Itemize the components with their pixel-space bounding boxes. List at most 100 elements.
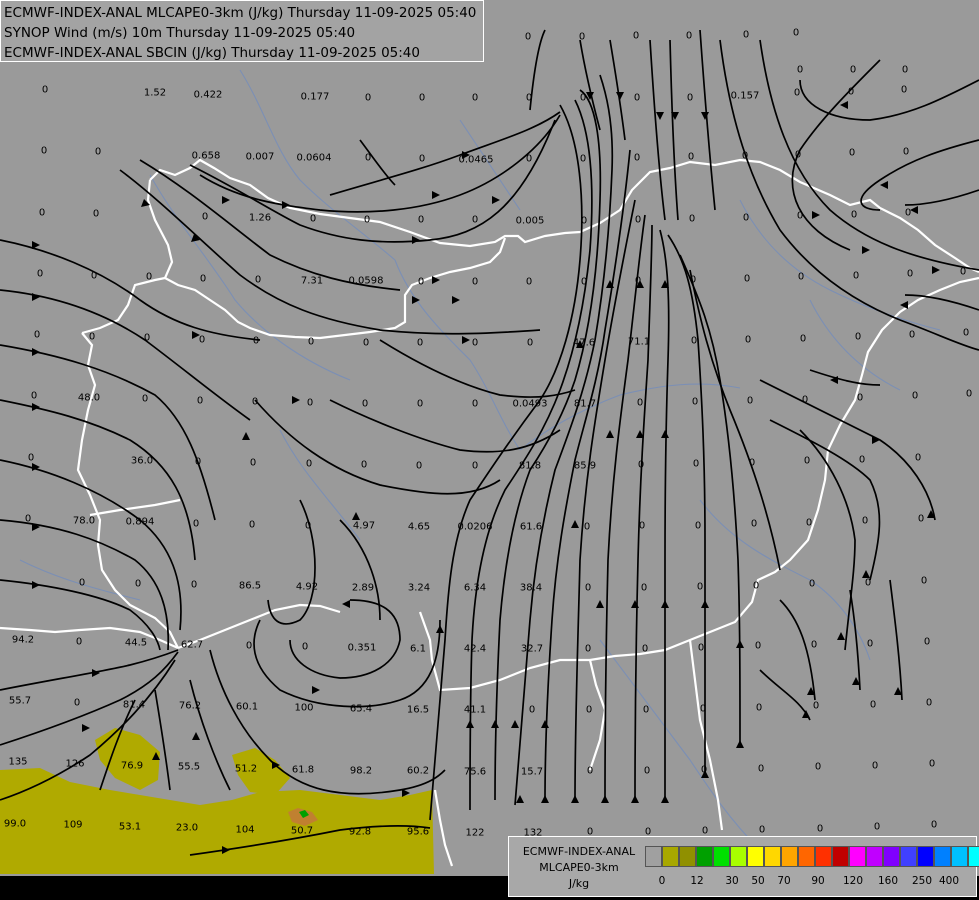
cape-value: 4.97	[352, 520, 376, 532]
cape-value: 0	[642, 704, 650, 716]
cape-value: 0	[364, 92, 372, 104]
cape-value: 0	[416, 337, 424, 349]
cape-value: 0	[902, 146, 910, 158]
cape-value: 47.6	[572, 337, 596, 349]
cape-value: 0	[696, 581, 704, 593]
cape-value: 0	[580, 215, 588, 227]
cape-value: 0	[869, 699, 877, 711]
cape-value: 55.5	[177, 761, 201, 773]
cape-value: 0.0493	[512, 398, 548, 410]
cape-value: 0	[848, 147, 856, 159]
cape-value: 0	[304, 520, 312, 532]
cape-value: 0	[471, 337, 479, 349]
cape-value: 0.177	[300, 91, 330, 103]
cape-value: 42.4	[463, 643, 487, 655]
legend-tick-label: 400	[938, 875, 960, 887]
cape-value: 15.7	[520, 766, 544, 778]
legend-tick-label: 50	[751, 875, 765, 887]
cape-value: 0	[689, 274, 697, 286]
cape-value: 0	[633, 92, 641, 104]
cape-value: 0	[583, 521, 591, 533]
cape-value: 0	[27, 452, 35, 464]
cape-value: 0	[847, 86, 855, 98]
cape-value: 0	[632, 30, 640, 42]
cape-value: 76.9	[120, 760, 144, 772]
cape-value: 0	[816, 823, 824, 835]
title-box: ECMWF-INDEX-ANAL MLCAPE0-3km (J/kg) Thur…	[0, 0, 484, 62]
cape-value: 0	[471, 92, 479, 104]
cape-value: 0.0206	[457, 521, 493, 533]
cape-value: 0	[198, 334, 206, 346]
legend-swatch	[764, 846, 781, 867]
legend-swatch	[849, 846, 866, 867]
cape-value: 0	[361, 398, 369, 410]
legend-swatch	[815, 846, 832, 867]
cape-value: 0	[24, 513, 32, 525]
cape-value: 0	[856, 392, 864, 404]
cape-value: 0	[758, 824, 766, 836]
cape-value: 0	[692, 458, 700, 470]
cape-value: 48.0	[77, 392, 101, 404]
cape-value: 0	[797, 271, 805, 283]
title-line-wind: SYNOP Wind (m/s) 10m Thursday 11-09-2025…	[4, 25, 356, 41]
legend-swatch	[679, 846, 696, 867]
cape-value: 0	[699, 703, 707, 715]
cape-value: 0	[38, 207, 46, 219]
cape-value: 0	[417, 214, 425, 226]
legend-swatch	[713, 846, 730, 867]
cape-value: 0	[362, 337, 370, 349]
cape-value: 0	[471, 276, 479, 288]
cape-value: 0	[803, 455, 811, 467]
legend-tick-label: 90	[811, 875, 825, 887]
cape-value: 0	[871, 760, 879, 772]
cape-value: 3.24	[407, 582, 431, 594]
cape-value: 92.8	[348, 826, 372, 838]
cape-value: 0	[796, 210, 804, 222]
cape-value: 0	[78, 577, 86, 589]
cape-value: 0	[906, 268, 914, 280]
cape-value: 94.2	[11, 634, 35, 646]
cape-value: 0	[584, 643, 592, 655]
cape-value: 86.5	[238, 580, 262, 592]
cape-value: 0	[75, 636, 83, 648]
cape-value: 0	[586, 765, 594, 777]
cape-value: 0	[33, 329, 41, 341]
cape-value: 0	[925, 697, 933, 709]
cape-value: 0	[145, 271, 153, 283]
legend-swatch	[832, 846, 849, 867]
cape-value: 0	[873, 821, 881, 833]
cape-value: 75.6	[463, 766, 487, 778]
cape-value: 0	[245, 640, 253, 652]
cape-value: 44.5	[124, 637, 148, 649]
cape-value: 0	[418, 92, 426, 104]
cape-value: 62.7	[180, 639, 204, 651]
title-line-cin: ECMWF-INDEX-ANAL SBCIN (J/kg) Thursday 1…	[4, 45, 420, 61]
cape-value: 81.4	[122, 699, 146, 711]
cape-value: 0.351	[347, 642, 377, 654]
legend-tick-label: 160	[877, 875, 899, 887]
cape-value: 38.4	[519, 582, 543, 594]
cape-value: 0.894	[125, 516, 155, 528]
cape-value: 0	[793, 87, 801, 99]
cape-value: 0	[930, 819, 938, 831]
cape-value: 0	[904, 207, 912, 219]
cape-value: 0	[959, 266, 967, 278]
cape-value: 0	[911, 390, 919, 402]
title-line-cape: ECMWF-INDEX-ANAL MLCAPE0-3km (J/kg) Thur…	[4, 5, 477, 21]
cape-value: 0	[73, 697, 81, 709]
cape-value: 0.005	[515, 215, 545, 227]
cape-value: 60.2	[406, 765, 430, 777]
legend-tick-label: 70	[777, 875, 791, 887]
cape-value: 0	[192, 518, 200, 530]
cape-value: 0	[917, 513, 925, 525]
legend-swatch	[781, 846, 798, 867]
cape-value: 78.0	[72, 515, 96, 527]
cape-value: 0	[637, 459, 645, 471]
cape-value: 0	[808, 578, 816, 590]
legend-swatch	[798, 846, 815, 867]
cape-value: 1.52	[143, 87, 167, 99]
cape-value: 85.9	[573, 460, 597, 472]
cape-value: 0	[796, 64, 804, 76]
cape-value: 0	[309, 213, 317, 225]
cape-value: 4.65	[407, 521, 431, 533]
